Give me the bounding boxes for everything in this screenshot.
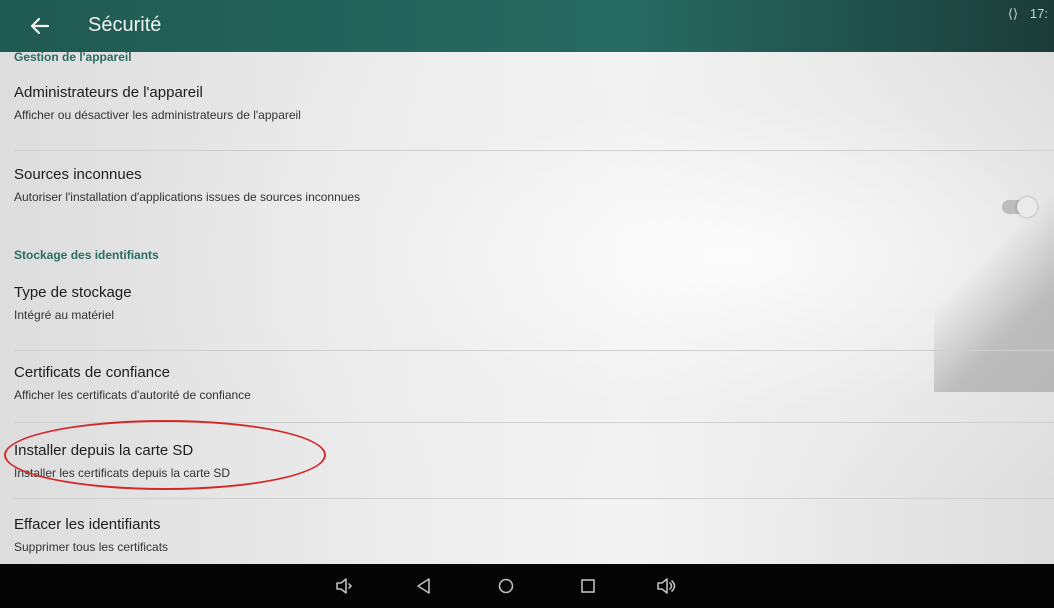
volume-down-icon[interactable] — [333, 574, 357, 598]
volume-up-icon[interactable] — [655, 574, 679, 598]
item-title: Sources inconnues — [14, 166, 142, 183]
list-item-trusted-certificates[interactable]: Certificats de confiance Afficher les ce… — [0, 352, 1054, 416]
recents-square-icon[interactable] — [576, 574, 600, 598]
list-item-storage-type[interactable]: Type de stockage Intégré au matériel — [0, 272, 1054, 336]
home-circle-icon[interactable] — [494, 574, 518, 598]
list-item-clear-credentials[interactable]: Effacer les identifiants Supprimer tous … — [0, 504, 1054, 564]
highlight-circle — [4, 420, 326, 490]
item-title: Effacer les identifiants — [14, 516, 161, 533]
settings-list: Gestion de l'appareil Administrateurs de… — [0, 52, 1054, 564]
toggle-knob — [1017, 197, 1037, 217]
item-subtitle: Supprimer tous les certificats — [14, 540, 169, 554]
item-subtitle: Intégré au matériel — [14, 308, 115, 322]
back-triangle-icon[interactable] — [412, 574, 436, 598]
list-item-unknown-sources[interactable]: Sources inconnues Autoriser l'installati… — [0, 154, 1054, 218]
vpn-icon: ⟨⟩ — [1007, 6, 1019, 21]
item-subtitle: Afficher ou désactiver les administrateu… — [14, 108, 301, 122]
item-title: Certificats de confiance — [14, 364, 170, 381]
item-subtitle: Afficher les certificats d'autorité de c… — [14, 388, 251, 402]
navigation-bar — [0, 564, 1054, 608]
item-title: Type de stockage — [14, 284, 132, 301]
divider — [14, 498, 1054, 499]
app-bar: Sécurité ⟨⟩ 17: — [0, 0, 1054, 52]
list-item-device-admins[interactable]: Administrateurs de l'appareil Afficher o… — [0, 72, 1054, 136]
back-arrow-icon[interactable] — [22, 8, 58, 44]
section-header-device-management: Gestion de l'appareil — [14, 52, 132, 64]
item-title: Administrateurs de l'appareil — [14, 84, 203, 101]
divider — [14, 150, 1054, 151]
status-time: 17: — [1029, 6, 1048, 21]
divider — [14, 350, 1054, 351]
status-bar: ⟨⟩ 17: — [1008, 6, 1048, 22]
section-header-credential-storage: Stockage des identifiants — [14, 248, 159, 262]
page-title: Sécurité — [88, 14, 162, 36]
item-subtitle: Autoriser l'installation d'applications … — [14, 190, 361, 204]
unknown-sources-toggle[interactable] — [1002, 197, 1037, 217]
